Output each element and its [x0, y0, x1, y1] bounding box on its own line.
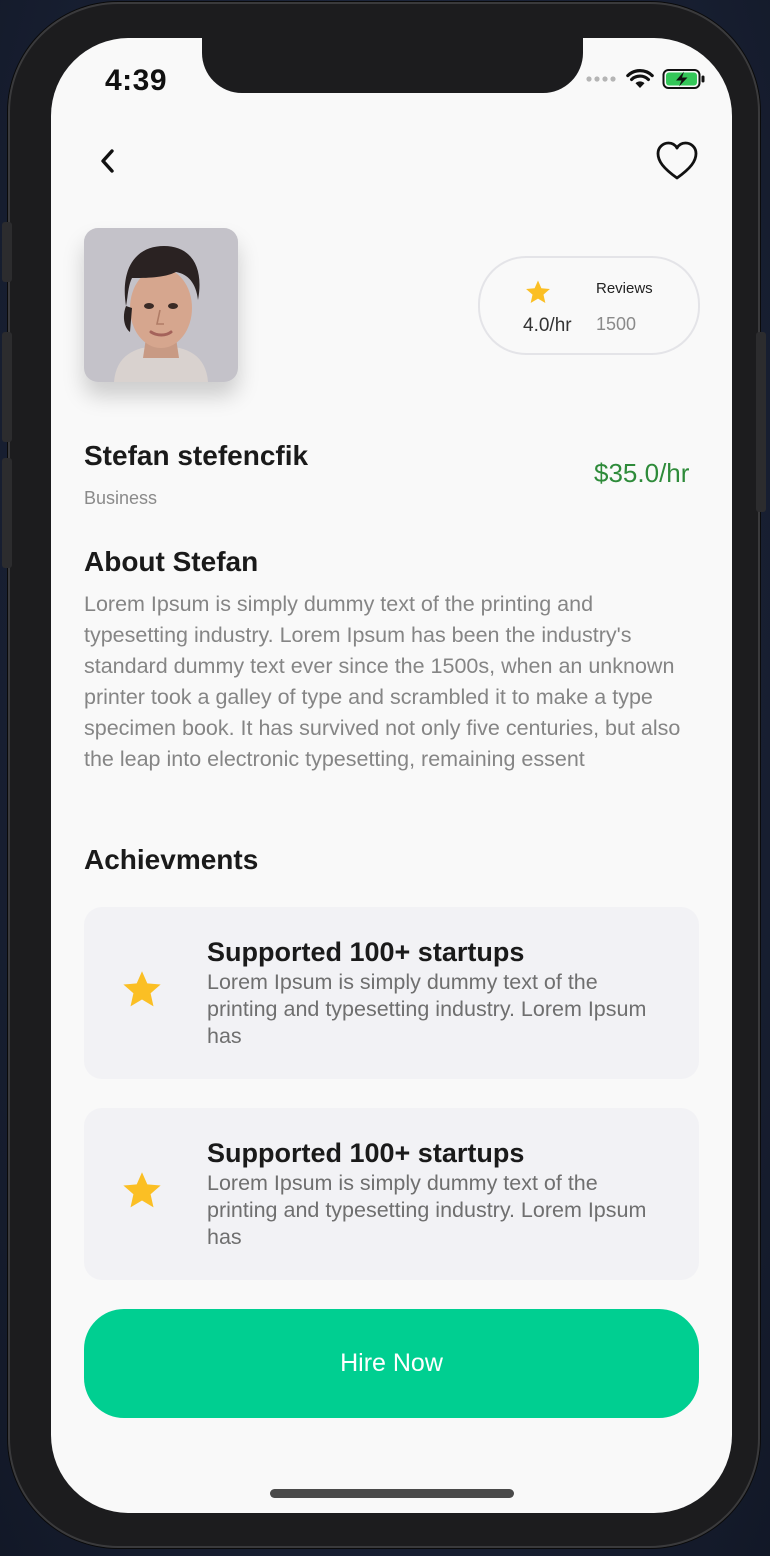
wifi-icon — [626, 69, 654, 88]
battery-charging-icon — [662, 69, 705, 89]
achievements-title: Achievments — [84, 844, 259, 875]
achievement-title: Supported 100+ startups — [207, 937, 525, 967]
chevron-left-icon — [101, 149, 114, 173]
reviews-count: 1500 — [596, 314, 637, 334]
home-indicator — [270, 1489, 514, 1498]
achievement-title: Supported 100+ startups — [207, 1138, 525, 1168]
status-time: 4:39 — [105, 64, 168, 97]
device-notch — [202, 38, 583, 93]
reviews-label: Reviews — [596, 280, 653, 297]
favorite-button[interactable] — [655, 140, 699, 182]
app-screen: 4:39 4.0/hr Reviews 1500 Stefan stefencf… — [51, 38, 732, 1513]
achievement-card: Supported 100+ startups Lorem Ipsum is s… — [84, 1108, 699, 1280]
achievement-description: Lorem Ipsum is simply dummy text of the … — [207, 970, 647, 1048]
hire-now-button[interactable]: Hire Now — [84, 1309, 699, 1418]
heart-outline-icon — [656, 141, 698, 180]
avatar — [84, 228, 238, 382]
about-title: About Stefan — [84, 546, 259, 577]
rating-card: 4.0/hr Reviews 1500 — [478, 256, 700, 355]
cellular-signal-icon — [586, 76, 616, 82]
profile-name: Stefan stefencfik — [84, 440, 309, 471]
rating-value: 4.0/hr — [523, 315, 572, 336]
achievement-card: Supported 100+ startups Lorem Ipsum is s… — [84, 907, 699, 1079]
hourly-price: $35.0/hr — [594, 458, 690, 488]
about-text: Lorem Ipsum is simply dummy text of the … — [84, 592, 681, 771]
achievement-description: Lorem Ipsum is simply dummy text of the … — [207, 1171, 647, 1249]
back-button[interactable] — [91, 144, 125, 178]
phone-frame: 4:39 4.0/hr Reviews 1500 Stefan stefencf… — [2, 2, 766, 1548]
star-icon — [123, 1172, 161, 1208]
star-icon — [123, 971, 161, 1007]
status-icons — [586, 68, 706, 90]
phone-volume-down-button — [2, 458, 12, 568]
phone-volume-up-button — [2, 332, 12, 442]
phone-power-button — [756, 332, 766, 512]
phone-side-button — [2, 222, 12, 282]
star-icon — [526, 280, 550, 303]
profile-category: Business — [84, 488, 158, 508]
